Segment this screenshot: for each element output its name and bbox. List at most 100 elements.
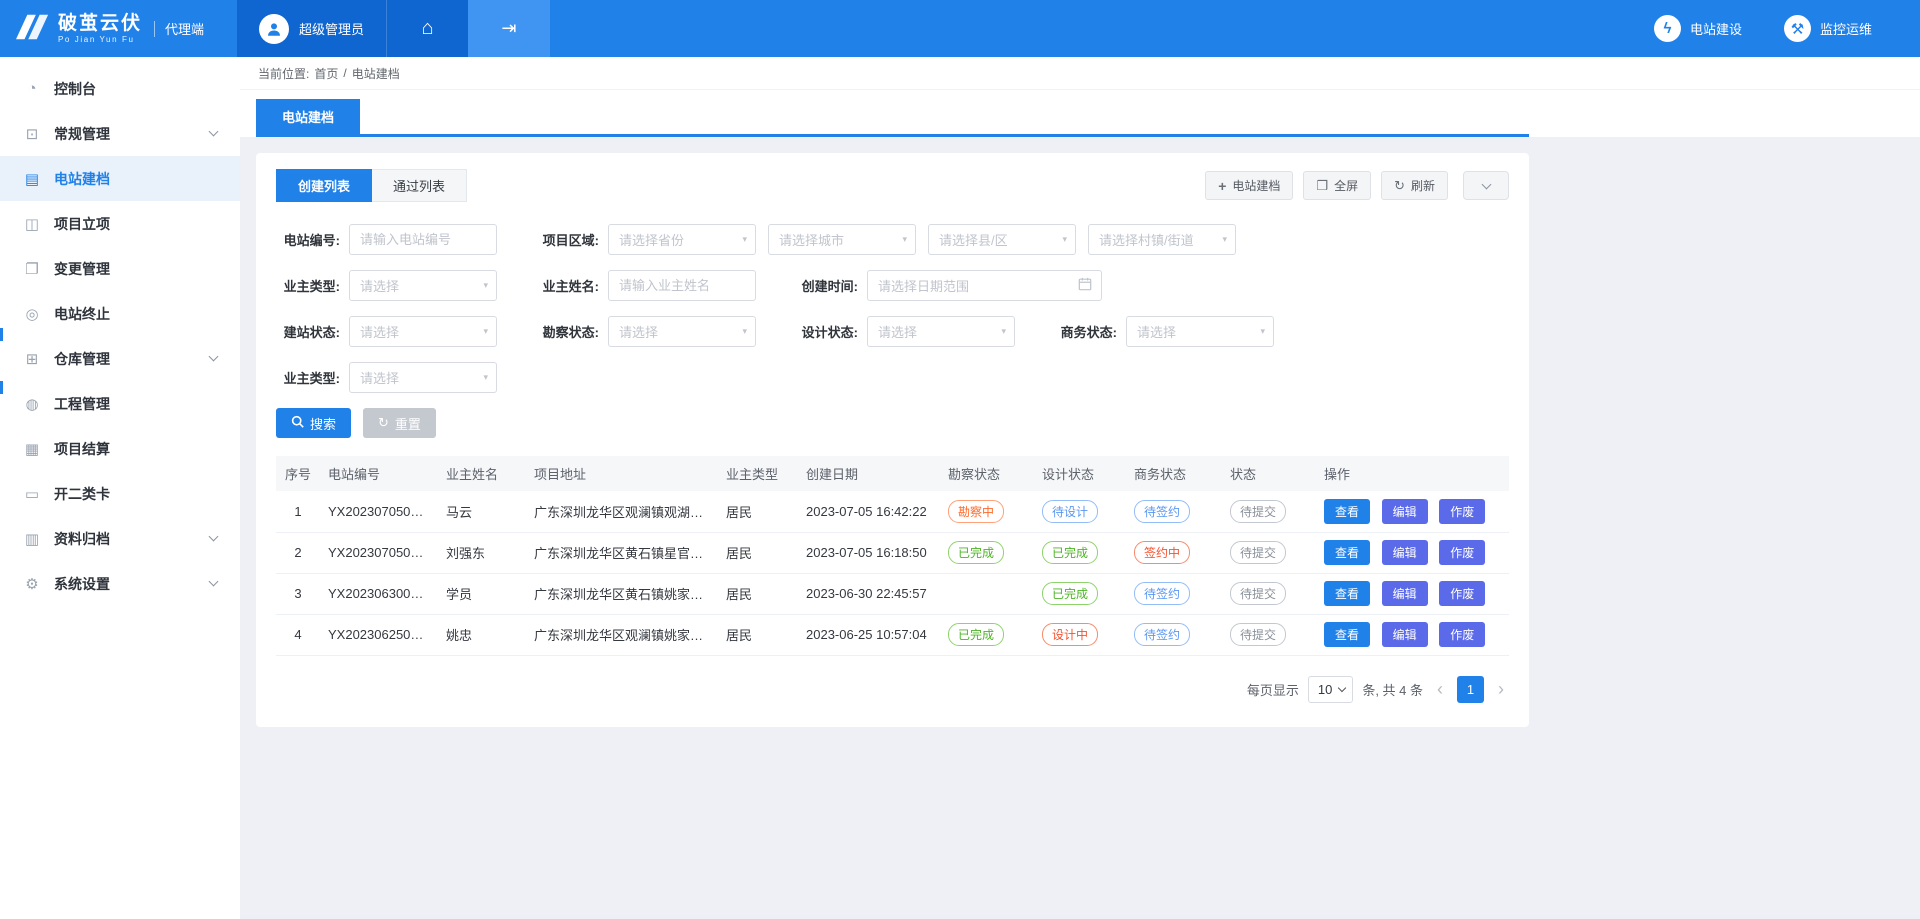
cell-seq: 1: [276, 491, 320, 532]
col-seq: 序号: [276, 456, 320, 491]
design-status-select[interactable]: 请选择 ▾: [867, 316, 1015, 347]
col-actions: 操作: [1316, 456, 1509, 491]
town-select[interactable]: 请选择村镇/街道 ▾: [1088, 224, 1236, 255]
town-placeholder: 请选择村镇/街道: [1099, 230, 1194, 249]
sidebar-item-change-mgmt[interactable]: ❐ 变更管理: [0, 246, 240, 291]
cell-seq: 2: [276, 532, 320, 573]
chevron-down-icon: ▾: [902, 234, 907, 245]
reset-label: 重置: [395, 414, 421, 433]
nav-station-build-label: 电站建设: [1690, 19, 1742, 38]
page-number[interactable]: 1: [1457, 676, 1484, 703]
edit-button[interactable]: 编辑: [1382, 540, 1428, 565]
owner-type-select[interactable]: 请选择 ▾: [349, 270, 497, 301]
main-area: 当前位置: 首页 / 电站建档 电站建档 创建列表 通过列表 + 电站建: [240, 57, 1920, 919]
design-status-badge: 已完成: [1042, 541, 1098, 564]
build-status-select[interactable]: 请选择 ▾: [349, 316, 497, 347]
table-header-row: 序号 电站编号 业主姓名 项目地址 业主类型 创建日期 勘察状态 设计状态 商务…: [276, 456, 1509, 491]
county-select[interactable]: 请选择县/区 ▾: [928, 224, 1076, 255]
nav-station-build[interactable]: ϟ 电站建设: [1654, 15, 1742, 42]
owner-type2-select[interactable]: 请选择 ▾: [349, 362, 497, 393]
add-station-button[interactable]: + 电站建档: [1205, 171, 1293, 200]
tab-passed-list[interactable]: 通过列表: [372, 169, 467, 202]
cell-owner-type: 居民: [718, 614, 798, 655]
city-select[interactable]: 请选择城市 ▾: [768, 224, 916, 255]
lightning-icon: ϟ: [1654, 15, 1681, 42]
search-button[interactable]: 搜索: [276, 408, 351, 438]
survey-status-placeholder: 请选择: [619, 322, 658, 341]
chevron-down-icon: [1338, 684, 1346, 692]
cell-seq: 3: [276, 573, 320, 614]
edit-button[interactable]: 编辑: [1382, 581, 1428, 606]
owner-name-input[interactable]: [608, 270, 756, 301]
view-button[interactable]: 查看: [1324, 581, 1370, 606]
refresh-button[interactable]: ↻ 刷新: [1381, 171, 1448, 200]
cell-station-no: YX2023062500004: [320, 614, 438, 655]
sidebar-scroll-indicator: [0, 328, 3, 341]
nav-monitor-ops[interactable]: ⚒ 监控运维: [1784, 15, 1872, 42]
logout-button[interactable]: ⇥: [468, 0, 550, 57]
breadcrumb-home[interactable]: 首页: [314, 65, 338, 82]
sidebar-item-system-settings[interactable]: ⚙ 系统设置: [0, 561, 240, 606]
chevron-down-icon: [209, 577, 219, 587]
table-row: 1 YX2023070500011 马云 广东深圳龙华区观澜镇观湖路… 居民 2…: [276, 491, 1509, 532]
business-status-label: 商务状态:: [1053, 322, 1117, 341]
view-button[interactable]: 查看: [1324, 622, 1370, 647]
edit-button[interactable]: 编辑: [1382, 499, 1428, 524]
cell-created: 2023-07-05 16:42:22: [798, 491, 940, 532]
owner-type2-placeholder: 请选择: [360, 368, 399, 387]
next-page-button[interactable]: ›: [1493, 680, 1509, 698]
sidebar-item-archive-files[interactable]: ▥ 资料归档: [0, 516, 240, 561]
sidebar-item-console[interactable]: ◔ 控制台: [0, 66, 240, 111]
monitor-icon: ⊡: [23, 125, 41, 143]
top-bar: 破茧云伏 Po Jian Yun Fu 代理端 超级管理员 ⌂ ⇥ ϟ 电站建设…: [0, 0, 1920, 57]
void-button[interactable]: 作废: [1439, 581, 1485, 606]
sidebar-item-engineering-mgmt[interactable]: ◍ 工程管理: [0, 381, 240, 426]
chevron-down-icon: ▾: [483, 280, 488, 291]
void-button[interactable]: 作废: [1439, 499, 1485, 524]
business-status-badge: 待签约: [1134, 500, 1190, 523]
date-range-input[interactable]: 请选择日期范围: [867, 270, 1102, 301]
sidebar-item-label: 系统设置: [54, 574, 110, 594]
sidebar-item-station-archive[interactable]: ▤ 电站建档: [0, 156, 240, 201]
prev-page-button[interactable]: ‹: [1432, 680, 1448, 698]
design-status-placeholder: 请选择: [878, 322, 917, 341]
per-page-label: 每页显示: [1247, 680, 1299, 699]
business-status-select[interactable]: 请选择 ▾: [1126, 316, 1274, 347]
collapse-toolbar-button[interactable]: [1463, 171, 1509, 200]
province-placeholder: 请选择省份: [619, 230, 684, 249]
user-menu[interactable]: 超级管理员: [237, 0, 386, 57]
sidebar-item-station-terminate[interactable]: ◎ 电站终止: [0, 291, 240, 336]
void-button[interactable]: 作废: [1439, 622, 1485, 647]
breadcrumb: 当前位置: 首页 / 电站建档: [240, 57, 1920, 90]
refresh-icon: ↻: [1394, 178, 1405, 194]
chevron-down-icon: [209, 352, 219, 362]
sidebar-item-general-mgmt[interactable]: ⊡ 常规管理: [0, 111, 240, 156]
stations-table: 序号 电站编号 业主姓名 项目地址 业主类型 创建日期 勘察状态 设计状态 商务…: [276, 456, 1509, 656]
sidebar-item-class2-card[interactable]: ▭ 开二类卡: [0, 471, 240, 516]
design-status-badge: 已完成: [1042, 582, 1098, 605]
page-tab-station-archive[interactable]: 电站建档: [256, 99, 360, 134]
tab-create-list[interactable]: 创建列表: [276, 169, 372, 202]
void-button[interactable]: 作废: [1439, 540, 1485, 565]
page-size-value: 10: [1318, 682, 1332, 697]
sidebar-item-warehouse-mgmt[interactable]: ⊞ 仓库管理: [0, 336, 240, 381]
province-select[interactable]: 请选择省份 ▾: [608, 224, 756, 255]
dashboard-icon: ◔: [23, 80, 41, 97]
view-button[interactable]: 查看: [1324, 540, 1370, 565]
station-no-input[interactable]: [349, 224, 497, 255]
sidebar-item-project-settlement[interactable]: ▦ 项目结算: [0, 426, 240, 471]
cell-station-no: YX2023070500010: [320, 532, 438, 573]
fullscreen-button[interactable]: ❒ 全屏: [1303, 171, 1371, 200]
edit-button[interactable]: 编辑: [1382, 622, 1428, 647]
cell-address: 广东深圳龙华区观澜镇观湖路…: [526, 491, 718, 532]
sidebar-item-project-approval[interactable]: ◫ 项目立项: [0, 201, 240, 246]
wrench-icon: ⚒: [1784, 15, 1811, 42]
total-count-label: 条, 共 4 条: [1362, 680, 1423, 699]
reset-button[interactable]: ↻ 重置: [363, 408, 436, 438]
page-size-select[interactable]: 10: [1308, 676, 1353, 703]
design-status-badge: 设计中: [1042, 623, 1098, 646]
page-tab-strip: 电站建档: [240, 90, 1920, 137]
survey-status-select[interactable]: 请选择 ▾: [608, 316, 756, 347]
home-button[interactable]: ⌂: [386, 0, 468, 57]
view-button[interactable]: 查看: [1324, 499, 1370, 524]
